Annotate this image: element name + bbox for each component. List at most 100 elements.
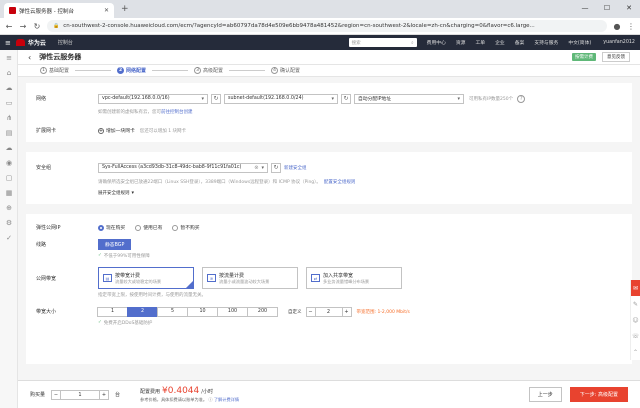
menu-icon[interactable]: ⋮ bbox=[627, 22, 635, 31]
cloud-icon[interactable]: ☁ bbox=[0, 80, 18, 95]
eip-none-radio[interactable]: 暂不购买 bbox=[172, 224, 200, 231]
billing-by-traffic-option[interactable]: ≋ 按流量计费 流量小或流量波动较大场景 bbox=[202, 267, 298, 289]
vpc-select[interactable]: vpc-default(192.168.0.0/16) ▾ bbox=[98, 93, 208, 104]
address-bar-row: ← → ↻ 🔒 cn-southwest-2-console.huaweiclo… bbox=[0, 18, 640, 35]
back-icon[interactable]: ← bbox=[5, 22, 13, 31]
quantity-unit: 台 bbox=[115, 392, 121, 398]
feedback-button[interactable]: 意见反馈 bbox=[602, 52, 630, 62]
page-header: ‹ 弹性云服务器 按需计费 意见反馈 bbox=[18, 50, 640, 65]
settings-icon[interactable]: ⚙ bbox=[0, 215, 18, 230]
bandwidth-option[interactable]: 2 bbox=[127, 306, 158, 317]
message-icon[interactable]: ✉ bbox=[631, 280, 640, 296]
create-vpc-link[interactable]: 前往控制台创建 bbox=[161, 109, 193, 115]
check-icon[interactable]: ✓ bbox=[0, 230, 18, 245]
billing-by-bandwidth-option[interactable]: ▤ 按带宽计费 流量较大或较稳定的场景 bbox=[98, 267, 194, 289]
new-tab-icon[interactable]: + bbox=[121, 4, 129, 14]
window-controls: — ☐ ✕ bbox=[574, 0, 640, 16]
eip-buy-now-radio[interactable]: 现在购买 bbox=[98, 224, 125, 231]
clear-icon[interactable]: ⊗ bbox=[254, 165, 258, 171]
next-step-button[interactable]: 下一步: 高级配置 bbox=[569, 387, 628, 402]
url-field[interactable]: 🔒 cn-southwest-2-console.huaweicloud.com… bbox=[47, 20, 607, 32]
minimize-icon[interactable]: — bbox=[574, 0, 596, 16]
bandwidth-option[interactable]: 1 bbox=[97, 306, 128, 317]
billing-details-link[interactable]: 了解计费详情 bbox=[214, 397, 239, 402]
price-note: 参考价格，具体扣费请以账单为准。 bbox=[140, 397, 208, 402]
step-divider bbox=[152, 70, 189, 71]
service-sidebar: ≡ ⌂ ☁ ▭ ⋔ ▤ ☁ ◉ ▢ ▦ ⊕ ⚙ ✓ bbox=[0, 50, 18, 408]
edit-icon[interactable]: ✎ bbox=[631, 296, 640, 312]
nav-link-billing[interactable]: 费用中心 bbox=[427, 39, 446, 46]
image-icon[interactable]: ▢ bbox=[0, 170, 18, 185]
help-icon[interactable]: ? bbox=[517, 94, 526, 103]
search-input[interactable]: 搜索 ⌕ bbox=[348, 38, 417, 47]
profile-icon[interactable]: ● bbox=[613, 22, 621, 31]
database-icon[interactable]: ◉ bbox=[0, 155, 18, 170]
configure-rules-link[interactable]: 配置安全组规则 bbox=[324, 179, 356, 185]
step-advanced[interactable]: 3 高级配置 bbox=[194, 67, 223, 74]
nav-link-resources[interactable]: 资源 bbox=[456, 39, 466, 46]
home-icon[interactable]: ⌂ bbox=[0, 65, 18, 80]
security-group-select[interactable]: Sys-FullAccess (a3cd93db-31c8-49dc-bab8-… bbox=[98, 162, 268, 173]
radio-label: 使用已有 bbox=[143, 226, 163, 231]
main-content: ‹ 弹性云服务器 按需计费 意见反馈 1 基础配置 2 网络配置 3 高级配置 4 确认… bbox=[18, 50, 640, 380]
network-icon[interactable]: ⋔ bbox=[0, 110, 18, 125]
ext-nic-label: 扩展网卡 bbox=[36, 128, 57, 134]
nav-link-support[interactable]: 支持与服务 bbox=[534, 39, 558, 46]
bandwidth-size-options: 1 2 5 10 100 200 bbox=[97, 306, 278, 317]
bandwidth-option[interactable]: 10 bbox=[187, 306, 218, 317]
nav-link-tickets[interactable]: 工单 bbox=[475, 39, 485, 46]
expand-rules-toggle[interactable]: 展开安全组规则 bbox=[98, 190, 130, 196]
user-menu[interactable]: yuanfan2012 bbox=[603, 40, 635, 45]
bandwidth-option[interactable]: 5 bbox=[157, 306, 188, 317]
bandwidth-option[interactable]: 100 bbox=[217, 306, 248, 317]
search-icon[interactable]: ⌕ bbox=[411, 40, 414, 46]
ddos-note: ✓ 免费开启DDoS基础防护 bbox=[98, 320, 152, 326]
container-icon[interactable]: ▦ bbox=[0, 185, 18, 200]
bandwidth-input[interactable]: 2 bbox=[314, 306, 343, 317]
back-arrow-icon[interactable]: ‹ bbox=[28, 53, 31, 62]
quantity-input[interactable]: 1 bbox=[60, 389, 101, 400]
phone-icon[interactable]: ☏ bbox=[631, 328, 640, 344]
plus-icon[interactable]: + bbox=[341, 306, 352, 317]
chat-icon[interactable]: ☺ bbox=[631, 312, 640, 328]
browser-tab[interactable]: 弹性云服务器 - 控制台 ✕ bbox=[4, 3, 114, 18]
server-icon[interactable]: ▭ bbox=[0, 95, 18, 110]
ip-mode-select[interactable]: 自动分配IP地址 ▾ bbox=[354, 93, 464, 104]
add-nic-button[interactable]: + 增加一块网卡 bbox=[98, 127, 135, 134]
top-icon[interactable]: ⌃ bbox=[631, 344, 640, 360]
help-icon[interactable]: ⓘ bbox=[207, 397, 214, 402]
menu-icon[interactable]: ≡ bbox=[0, 50, 18, 65]
nav-link-language[interactable]: 中文(简体) bbox=[568, 39, 591, 46]
refresh-security-group-icon[interactable]: ↻ bbox=[271, 162, 281, 173]
shared-bandwidth-option[interactable]: ⇄ 加入共享带宽 多业务流量错峰分布场景 bbox=[306, 267, 402, 289]
refresh-subnet-icon[interactable]: ↻ bbox=[341, 93, 351, 104]
new-security-group-link[interactable]: 新建安全组 bbox=[284, 165, 307, 171]
globe-icon[interactable]: ⊕ bbox=[0, 200, 18, 215]
eip-use-existing-radio[interactable]: 使用已有 bbox=[135, 224, 162, 231]
refresh-vpc-icon[interactable]: ↻ bbox=[211, 93, 221, 104]
forward-icon[interactable]: → bbox=[19, 22, 27, 31]
cloud-storage-icon[interactable]: ☁ bbox=[0, 140, 18, 155]
maximize-icon[interactable]: ☐ bbox=[596, 0, 618, 16]
bandwidth-option[interactable]: 200 bbox=[247, 306, 278, 317]
step-confirm[interactable]: 4 确认配置 bbox=[271, 67, 300, 74]
nav-link-enterprise[interactable]: 企业 bbox=[495, 39, 505, 46]
step-basic[interactable]: 1 基础配置 bbox=[40, 67, 69, 74]
chevron-down-icon: ▾ bbox=[457, 95, 460, 102]
selected-corner-icon bbox=[186, 281, 193, 288]
storage-icon[interactable]: ▤ bbox=[0, 125, 18, 140]
bandwidth-icon: ▤ bbox=[103, 274, 112, 282]
option-title: 按带宽计费 bbox=[115, 272, 141, 279]
brand-logo[interactable]: 华为云 bbox=[15, 38, 46, 47]
previous-step-button[interactable]: 上一步 bbox=[528, 387, 562, 402]
step-network[interactable]: 2 网络配置 bbox=[117, 67, 146, 74]
close-tab-icon[interactable]: ✕ bbox=[104, 7, 109, 14]
line-bgp-option[interactable]: 静态BGP bbox=[98, 239, 132, 250]
console-link[interactable]: 控制台 bbox=[58, 39, 73, 46]
plus-icon[interactable]: + bbox=[99, 389, 110, 400]
subnet-select[interactable]: subnet-default(192.168.0.0/24) ▾ bbox=[224, 93, 338, 104]
nav-link-icp[interactable]: 备案 bbox=[515, 39, 525, 46]
reload-icon[interactable]: ↻ bbox=[33, 22, 41, 31]
close-window-icon[interactable]: ✕ bbox=[618, 0, 640, 16]
hamburger-icon[interactable]: ≡ bbox=[5, 39, 11, 47]
